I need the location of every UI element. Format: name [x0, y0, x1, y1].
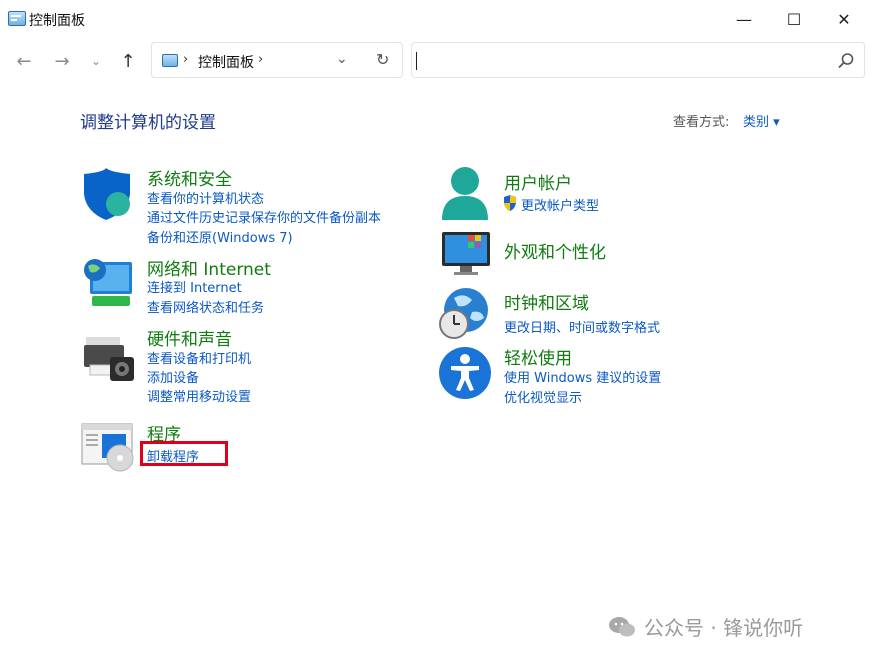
text-caret: [416, 52, 417, 70]
breadcrumb-control-panel[interactable]: 控制面板: [198, 52, 254, 72]
accessibility-icon[interactable]: [438, 346, 492, 400]
minimize-button[interactable]: —: [719, 0, 769, 38]
link-optimize-visual-display[interactable]: 优化视觉显示: [504, 387, 582, 406]
recent-locations-chevron-icon[interactable]: ⌄: [84, 49, 108, 73]
breadcrumb-separator: ›: [183, 52, 189, 67]
link-change-account-type[interactable]: 更改帐户类型: [521, 195, 599, 214]
category-ease-of-access[interactable]: 轻松使用: [504, 344, 572, 369]
control-panel-icon: [162, 54, 178, 67]
link-devices-printers[interactable]: 查看设备和打印机: [147, 348, 251, 367]
clock-globe-icon[interactable]: [438, 286, 492, 342]
address-dropdown-chevron-icon[interactable]: ⌄: [336, 51, 348, 67]
search-icon[interactable]: [836, 51, 856, 71]
link-view-computer-status[interactable]: 查看你的计算机状态: [147, 188, 264, 207]
page-title: 调整计算机的设置: [80, 113, 216, 133]
address-bar[interactable]: › 控制面板 › ⌄ ↻: [151, 42, 403, 78]
category-clock-region[interactable]: 时钟和区域: [504, 289, 589, 314]
link-file-history-backup[interactable]: 通过文件历史记录保存你的文件备份副本: [147, 207, 381, 226]
link-connect-internet[interactable]: 连接到 Internet: [147, 277, 242, 296]
link-change-date-time[interactable]: 更改日期、时间或数字格式: [504, 317, 660, 336]
watermark-text: 公众号 · 锋说你听: [644, 616, 804, 640]
link-recommended-settings[interactable]: 使用 Windows 建议的设置: [504, 367, 661, 386]
printer-speaker-icon[interactable]: [82, 335, 136, 383]
highlight-box: [140, 441, 228, 466]
breadcrumb-separator[interactable]: ›: [258, 52, 263, 67]
title-bar: 控制面板 — ☐ ✕: [0, 0, 872, 38]
maximize-button[interactable]: ☐: [769, 0, 819, 38]
appearance-monitor-icon[interactable]: [440, 230, 492, 276]
back-arrow-icon[interactable]: ←: [12, 49, 36, 73]
category-user-accounts[interactable]: 用户帐户: [504, 169, 572, 194]
link-network-status[interactable]: 查看网络状态和任务: [147, 297, 264, 316]
refresh-icon[interactable]: ↻: [376, 50, 389, 69]
link-backup-restore[interactable]: 备份和还原(Windows 7): [147, 227, 293, 246]
window-title: 控制面板: [29, 13, 85, 29]
close-button[interactable]: ✕: [819, 0, 869, 38]
view-by-dropdown[interactable]: 类别 ▾: [743, 111, 780, 130]
link-mobility-settings[interactable]: 调整常用移动设置: [147, 386, 251, 405]
shield-icon[interactable]: [80, 168, 136, 222]
link-add-device[interactable]: 添加设备: [147, 367, 199, 386]
wechat-logo-icon: [609, 617, 635, 637]
user-account-icon[interactable]: [440, 164, 490, 220]
uac-shield-icon: [504, 195, 516, 211]
programs-disc-icon[interactable]: [80, 422, 136, 472]
forward-arrow-icon[interactable]: →: [50, 49, 74, 73]
view-by-label: 查看方式:: [673, 115, 730, 130]
network-globe-icon[interactable]: [82, 256, 136, 308]
up-arrow-icon[interactable]: ↑: [116, 49, 140, 73]
control-panel-icon: [8, 11, 26, 26]
category-hardware-sound[interactable]: 硬件和声音: [147, 325, 232, 350]
category-system-security[interactable]: 系统和安全: [147, 165, 232, 190]
search-input[interactable]: [411, 42, 865, 78]
category-appearance[interactable]: 外观和个性化: [504, 238, 606, 263]
